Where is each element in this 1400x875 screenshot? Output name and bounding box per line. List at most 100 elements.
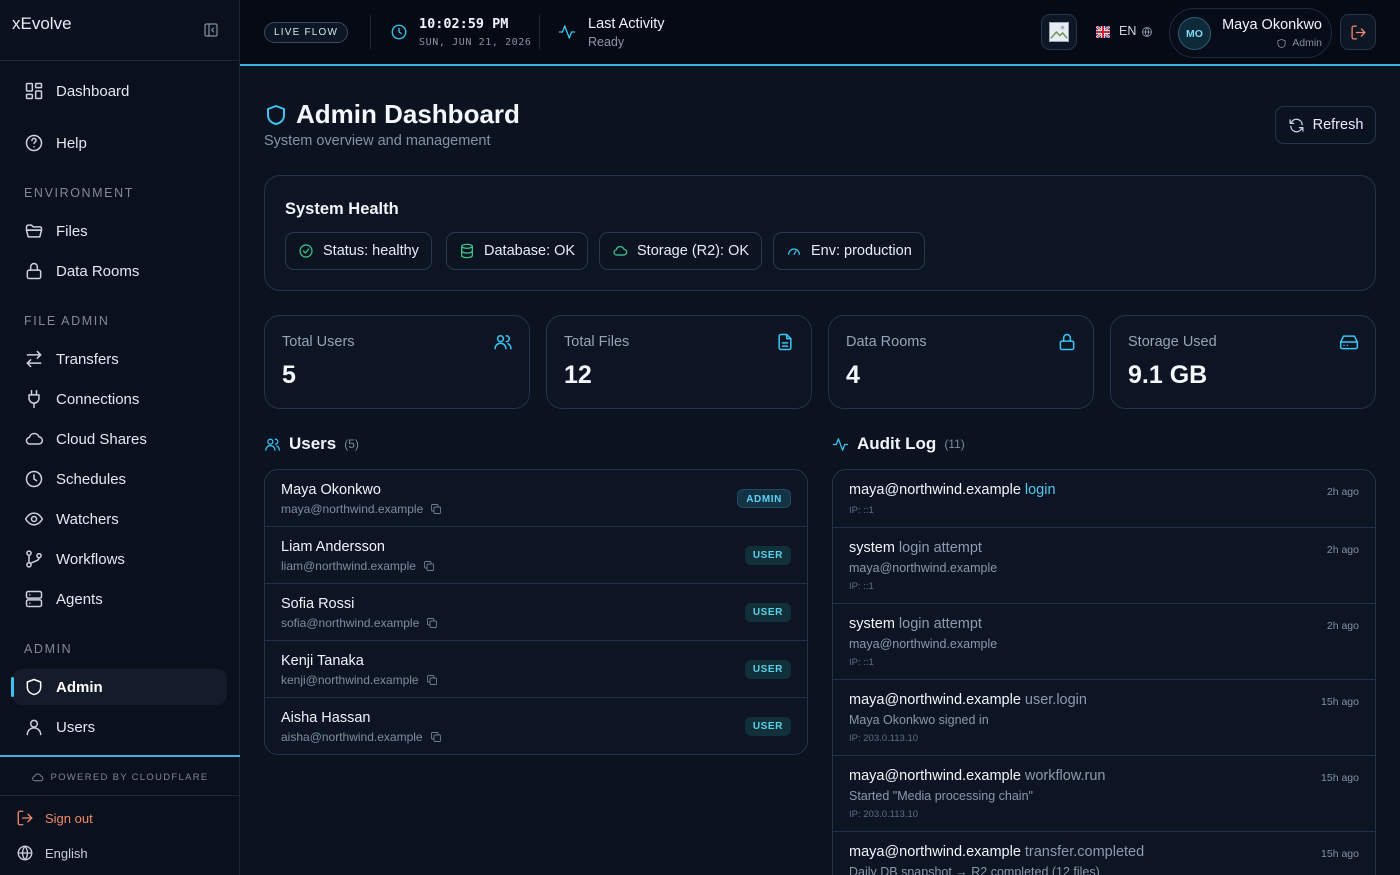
sidebar-item-connections[interactable]: Connections xyxy=(12,381,227,417)
plug-icon xyxy=(28,389,40,409)
sidebar-item-watchers[interactable]: Watchers xyxy=(12,501,227,537)
clock-icon xyxy=(25,470,43,488)
chip-label: Storage (R2): OK xyxy=(637,243,750,259)
language-code[interactable]: EN xyxy=(1119,24,1136,38)
powered-by-label: POWERED BY CLOUDFLARE xyxy=(50,772,209,783)
audit-summary: system login attempt xyxy=(849,540,982,556)
language-selector[interactable]: English xyxy=(16,844,88,862)
audit-action: user.login xyxy=(1024,692,1087,708)
audit-entry[interactable]: maya@northwind.example login IP: ::1 2h a… xyxy=(833,470,1375,528)
user-menu[interactable]: MO Maya Okonkwo Admin xyxy=(1169,8,1332,58)
users-section-header: Users (5) xyxy=(264,434,359,454)
uk-flag-icon xyxy=(1096,26,1110,38)
lock-icon xyxy=(26,262,42,280)
check-circle-icon xyxy=(299,244,313,258)
copy-icon[interactable] xyxy=(430,503,442,515)
copy-icon[interactable] xyxy=(426,674,438,686)
list-item[interactable]: Maya Okonkwo maya@northwind.example ADMI… xyxy=(265,470,807,527)
audit-detail: maya@northwind.example xyxy=(849,561,998,575)
sidebar-item-admin[interactable]: Admin xyxy=(12,669,227,705)
globe-icon[interactable] xyxy=(1141,26,1153,38)
server-icon xyxy=(25,590,43,608)
last-activity-status: Ready xyxy=(588,35,625,49)
user-role-label: Admin xyxy=(1292,37,1322,49)
audit-time: 15h ago xyxy=(1321,772,1359,784)
audit-ip: IP: ::1 xyxy=(849,505,874,516)
user-role: Admin xyxy=(1276,37,1322,49)
copy-icon[interactable] xyxy=(423,560,435,572)
users-icon xyxy=(493,332,513,352)
copy-icon[interactable] xyxy=(430,731,442,743)
chip-label: Database: OK xyxy=(484,243,576,259)
audit-time: 2h ago xyxy=(1326,544,1359,556)
sidebar-item-label: Schedules xyxy=(56,470,127,488)
audit-log-list: maya@northwind.example login IP: ::1 2h a… xyxy=(832,469,1376,875)
top-bar: LIVE FLOW 10:02:59 PM SUN, JUN 21, 2026 … xyxy=(240,0,1400,66)
audit-entry[interactable]: system login attempt maya@northwind.examp… xyxy=(833,604,1375,680)
stat-card-data-rooms: Data Rooms 4 xyxy=(828,315,1094,409)
sidebar-item-label: Dashboard xyxy=(56,82,130,100)
user-email: sofia@northwind.example xyxy=(281,616,438,630)
globe-icon xyxy=(17,845,33,861)
audit-actor: system xyxy=(849,616,895,632)
divider xyxy=(370,15,371,49)
sidebar-item-schedules[interactable]: Schedules xyxy=(12,461,227,497)
copy-icon[interactable] xyxy=(426,617,438,629)
cloud-icon xyxy=(613,246,628,256)
sidebar-item-workflows[interactable]: Workflows xyxy=(12,541,227,577)
audit-summary: maya@northwind.example transfer.completed xyxy=(849,844,1144,860)
sidebar-item-users[interactable]: Users xyxy=(12,709,227,745)
stat-value: 4 xyxy=(846,361,860,389)
list-item[interactable]: Aisha Hassan aisha@northwind.example USE… xyxy=(265,698,807,754)
live-flow-badge: LIVE FLOW xyxy=(264,22,349,43)
audit-time: 2h ago xyxy=(1326,486,1359,498)
stat-value: 9.1 GB xyxy=(1128,361,1208,389)
sidebar-item-cloud-shares[interactable]: Cloud Shares xyxy=(12,421,227,457)
list-item[interactable]: Kenji Tanaka kenji@northwind.example USE… xyxy=(265,641,807,698)
sign-out-button[interactable]: Sign out xyxy=(16,809,93,827)
sidebar-collapse-icon[interactable] xyxy=(203,22,219,38)
activity-icon xyxy=(558,23,576,41)
workflow-icon xyxy=(26,550,42,568)
folder-icon xyxy=(25,224,43,238)
audit-ip: IP: 203.0.113.10 xyxy=(849,809,919,820)
user-email: maya@northwind.example xyxy=(281,502,442,516)
divider xyxy=(539,15,540,49)
sidebar-item-help[interactable]: Help xyxy=(12,125,227,161)
image-placeholder-icon xyxy=(1049,22,1069,42)
audit-entry[interactable]: maya@northwind.example transfer.completed… xyxy=(833,832,1375,875)
audit-action: login attempt xyxy=(898,540,982,556)
broken-image-button[interactable] xyxy=(1041,14,1077,50)
sidebar-item-agents[interactable]: Agents xyxy=(12,581,227,617)
shield-icon xyxy=(26,678,42,696)
audit-actor: maya@northwind.example xyxy=(849,692,1021,708)
refresh-button[interactable]: Refresh xyxy=(1275,106,1376,144)
user-email-text: liam@northwind.example xyxy=(281,559,416,573)
last-activity-title: Last Activity xyxy=(588,16,665,32)
help-icon xyxy=(25,134,43,152)
audit-detail: Started "Media processing chain" xyxy=(849,789,1033,803)
sidebar-item-data-rooms[interactable]: Data Rooms xyxy=(12,253,227,289)
sidebar-item-dashboard[interactable]: Dashboard xyxy=(12,73,227,109)
logout-button[interactable] xyxy=(1340,14,1376,50)
audit-entry[interactable]: maya@northwind.example user.login Maya Ok… xyxy=(833,680,1375,756)
brand-logo[interactable]: xEvolve xyxy=(12,14,72,34)
audit-actor: maya@northwind.example xyxy=(849,844,1021,860)
brand-area: xEvolve xyxy=(0,0,239,61)
sidebar-item-transfers[interactable]: Transfers xyxy=(12,341,227,377)
sidebar-item-label: Workflows xyxy=(56,550,125,568)
list-item[interactable]: Liam Andersson liam@northwind.example US… xyxy=(265,527,807,584)
refresh-label: Refresh xyxy=(1312,117,1364,133)
sidebar-item-files[interactable]: Files xyxy=(12,213,227,249)
shield-icon xyxy=(1277,38,1286,48)
section-environment: ENVIRONMENT xyxy=(24,186,134,200)
user-email: aisha@northwind.example xyxy=(281,730,442,744)
stat-label: Total Users xyxy=(282,334,355,350)
role-badge: USER xyxy=(744,603,791,622)
audit-entry[interactable]: system login attempt maya@northwind.examp… xyxy=(833,528,1375,604)
audit-entry[interactable]: maya@northwind.example workflow.run Start… xyxy=(833,756,1375,832)
hard-drive-icon xyxy=(1339,332,1359,352)
audit-summary: maya@northwind.example workflow.run xyxy=(849,768,1105,784)
sidebar-item-label: Data Rooms xyxy=(56,262,140,280)
list-item[interactable]: Sofia Rossi sofia@northwind.example USER xyxy=(265,584,807,641)
